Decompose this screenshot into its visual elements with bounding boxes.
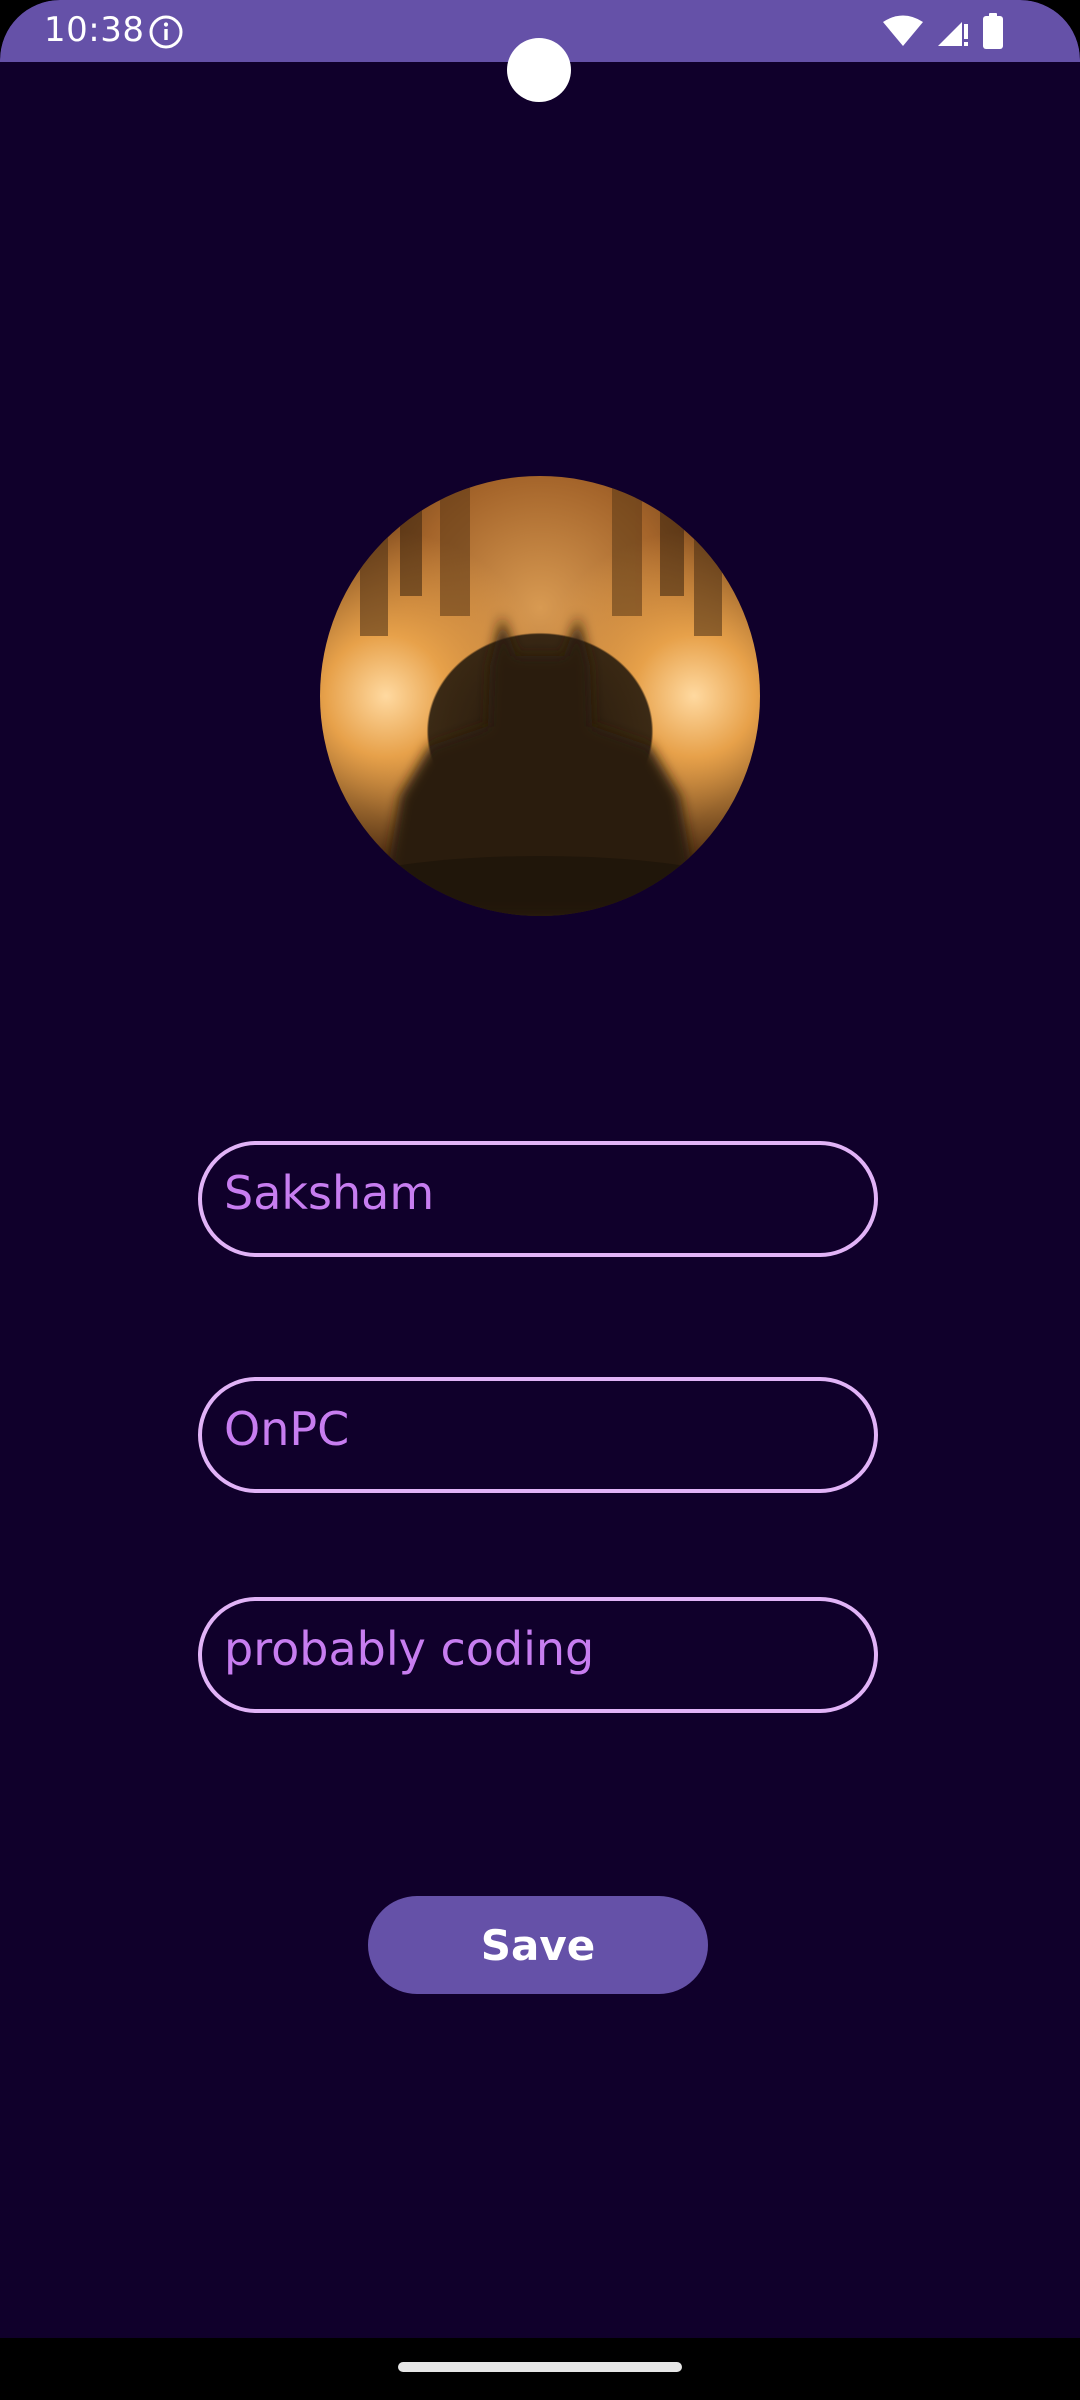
battery-icon bbox=[983, 13, 1003, 49]
wifi-icon bbox=[883, 15, 923, 46]
status-time: 10:38 bbox=[44, 10, 145, 50]
status-input[interactable]: OnPC bbox=[198, 1377, 878, 1493]
activity-input[interactable]: probably coding bbox=[198, 1597, 878, 1713]
info-icon bbox=[149, 15, 183, 49]
name-input[interactable]: Saksham bbox=[198, 1141, 878, 1257]
status-icons bbox=[882, 12, 1004, 50]
profile-avatar[interactable] bbox=[320, 476, 760, 916]
cellular-signal-icon bbox=[938, 22, 968, 46]
status-input-value: OnPC bbox=[224, 1402, 350, 1456]
name-input-value: Saksham bbox=[224, 1166, 435, 1220]
home-indicator[interactable] bbox=[398, 2362, 682, 2372]
save-button[interactable]: Save bbox=[368, 1896, 708, 1994]
batman-silhouette-image bbox=[320, 476, 760, 916]
navigation-bar bbox=[0, 2338, 1080, 2400]
camera-cutout bbox=[507, 38, 571, 102]
profile-edit-screen: 10:38 Saksham OnPC probably coding Save bbox=[0, 0, 1080, 2400]
activity-input-value: probably coding bbox=[224, 1622, 595, 1676]
